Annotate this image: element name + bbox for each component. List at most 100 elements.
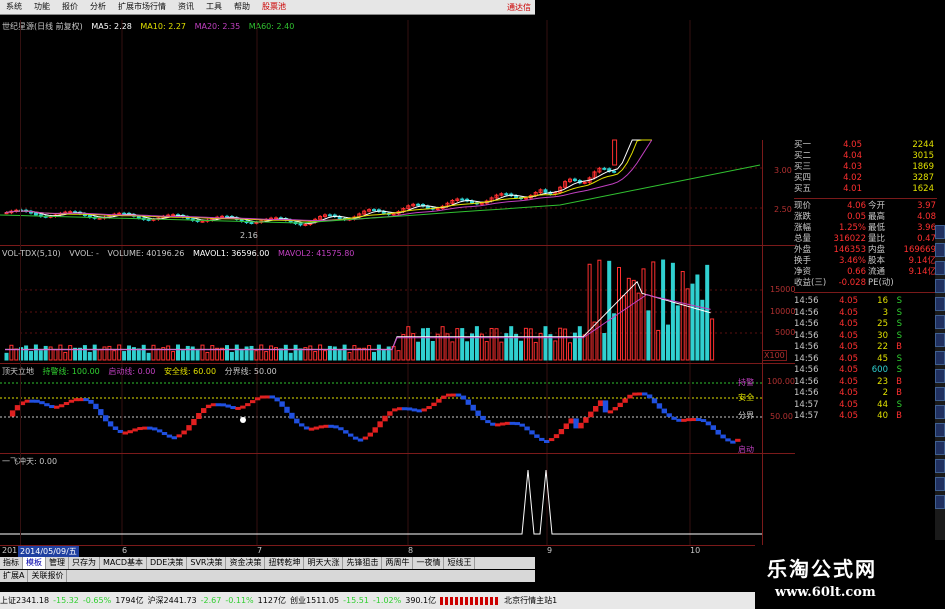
indicator-block <box>593 406 599 412</box>
volume-bar <box>670 262 675 361</box>
extension-tab[interactable]: 扩展A <box>0 570 29 582</box>
tick-row: 14:56 4.05 23 B <box>794 377 937 389</box>
indicator-block <box>656 403 663 409</box>
index-hs[interactable]: 沪深2441.73 <box>148 595 197 606</box>
index-sh-pct: -0.65% <box>82 596 112 605</box>
indicator-block <box>112 426 119 430</box>
tick-price: 4.05 <box>839 330 858 341</box>
index-sh[interactable]: 上证2341.18 <box>0 595 49 606</box>
volume-bar <box>185 345 190 361</box>
volume-bar <box>597 259 602 361</box>
candle-body <box>274 217 278 220</box>
side-tool-icon[interactable] <box>935 405 945 419</box>
bid-row[interactable]: 买二 4.04 3015 <box>794 151 937 162</box>
side-tool-icon[interactable] <box>935 441 945 455</box>
indicator-block <box>73 398 79 402</box>
indicator-block <box>446 393 452 397</box>
indicator-tab[interactable]: 资金决策 <box>226 557 266 569</box>
tick-row: 14:56 4.05 25 S <box>794 319 937 331</box>
stat-label: 涨跌 <box>794 212 812 222</box>
tick-side: S <box>896 330 902 341</box>
indicator-block <box>103 415 109 422</box>
side-tool-icon[interactable] <box>935 369 945 383</box>
indicator-tab[interactable]: 两周牛 <box>382 557 414 569</box>
index-cy[interactable]: 创业1511.05 <box>290 595 339 606</box>
volume-bar <box>631 279 636 361</box>
bid-price: 4.01 <box>843 184 862 194</box>
indicator-tab[interactable]: 指标 <box>0 557 23 569</box>
indicator-block <box>352 436 359 440</box>
volume-bar <box>288 352 293 361</box>
volume-bar <box>141 344 146 361</box>
side-tool-icon[interactable] <box>935 423 945 437</box>
bid-row[interactable]: 买一 4.05 2244 <box>794 140 937 151</box>
indicator-tab[interactable]: MACD基本 <box>100 557 147 569</box>
volume-bar <box>577 326 582 361</box>
candle-body <box>435 208 440 211</box>
indicator-tab[interactable]: 扭转乾坤 <box>265 557 305 569</box>
indicator-block <box>553 434 560 439</box>
side-tool-icon[interactable] <box>935 261 945 275</box>
side-tool-icon[interactable] <box>935 459 945 473</box>
side-tool-icon[interactable] <box>935 351 945 365</box>
side-tool-icon[interactable] <box>935 495 945 509</box>
side-tool-icon[interactable] <box>935 333 945 347</box>
side-tool-icon[interactable] <box>935 279 945 293</box>
indicator-block <box>303 426 310 430</box>
indicator-block <box>715 429 721 435</box>
side-tool-icon[interactable] <box>935 315 945 329</box>
indicator-tab[interactable]: 先锋狙击 <box>343 557 383 569</box>
indicator-block <box>299 423 305 427</box>
indicator-block <box>44 403 50 407</box>
indicator-tab[interactable]: DDE决策 <box>147 557 188 569</box>
side-toolbar <box>935 225 945 540</box>
server-name[interactable]: 北京行情主站1 <box>504 595 557 606</box>
volume-bar <box>582 334 587 361</box>
extension-tab[interactable]: 关联报价 <box>28 570 68 582</box>
volume-bar <box>543 326 548 361</box>
side-tool-icon[interactable] <box>935 225 945 239</box>
indicator-block <box>269 395 275 399</box>
side-tool-icon[interactable] <box>935 243 945 257</box>
indicator-tab[interactable]: 短线王 <box>444 557 476 569</box>
side-tool-icon[interactable] <box>935 297 945 311</box>
volume-bar <box>337 349 342 361</box>
month-label: 10 <box>690 546 701 555</box>
bid-row[interactable]: 买五 4.01 1624 <box>794 184 937 195</box>
indicator-tab[interactable]: SVR决策 <box>187 557 227 569</box>
indicator-block <box>426 406 432 410</box>
indicator-tab[interactable]: 一夜情 <box>413 557 445 569</box>
indicator-block <box>642 392 648 396</box>
indicator-tab[interactable]: 模板 <box>23 557 46 569</box>
indicator-tab[interactable]: 管理 <box>46 557 69 569</box>
tick-price: 4.05 <box>839 307 858 318</box>
indicator-block <box>186 425 192 431</box>
tick-time: 14:56 <box>794 388 819 398</box>
stat-row: 涨跌 0.05 最高 4.08 <box>794 212 937 223</box>
candle-body <box>220 215 225 218</box>
side-tool-icon[interactable] <box>935 387 945 401</box>
bid-price: 4.03 <box>843 162 862 172</box>
volume-bar <box>568 342 572 361</box>
indicator2-legend: 一飞冲天: 0.00 <box>2 456 63 467</box>
side-tool-icon[interactable] <box>935 477 945 491</box>
indicator-block <box>284 406 290 413</box>
volume-bar <box>264 351 269 361</box>
indicator-block <box>710 425 716 430</box>
indicator-block <box>196 413 202 419</box>
volume-bar <box>87 351 92 361</box>
indicator-block <box>661 408 667 414</box>
indicator-tab[interactable]: 明天大涨 <box>304 557 344 569</box>
indicator-block <box>588 411 594 418</box>
low-price-marker: 2.16 <box>240 231 258 240</box>
indicator-block <box>357 438 364 442</box>
volume-bar <box>9 344 14 361</box>
bid-row[interactable]: 买三 4.03 1869 <box>794 162 937 173</box>
indicator-block <box>176 434 182 438</box>
bid-row[interactable]: 买四 4.02 3287 <box>794 173 937 184</box>
candle-body <box>33 212 38 216</box>
volume-bar <box>563 328 568 361</box>
indicator-tab[interactable]: 只存为 <box>69 557 100 569</box>
tick-time: 14:56 <box>794 365 819 375</box>
volume-unit: X100 <box>762 350 787 361</box>
